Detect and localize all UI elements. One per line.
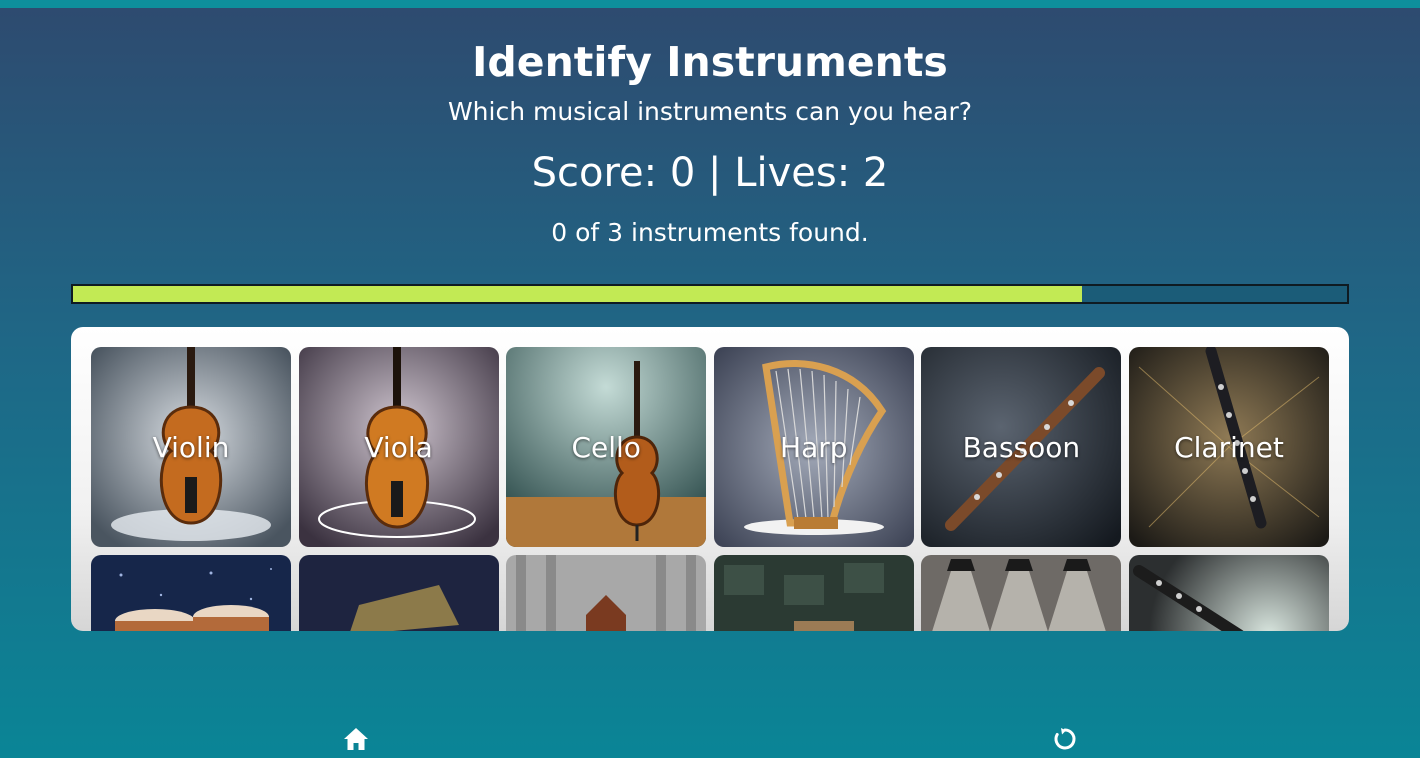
instrument-tile-bongos[interactable]: [91, 555, 291, 631]
flute-image: [1128, 555, 1329, 631]
instrument-tile-bassoon[interactable]: Bassoon: [921, 347, 1122, 547]
instrument-tile-clarinet[interactable]: Clarinet: [1128, 347, 1329, 547]
harp-image: [713, 347, 914, 547]
restart-icon: [1054, 728, 1076, 750]
page-title: Identify Instruments: [472, 38, 948, 86]
score-lives-readout: Score: 0 | Lives: 2: [531, 150, 889, 196]
instrument-tile-violin[interactable]: Violin: [91, 347, 291, 547]
xylophone-image: [713, 555, 914, 631]
time-progress-fill: [73, 286, 1082, 302]
instrument-tile-xylophone[interactable]: [713, 555, 914, 631]
time-progress-bar: [71, 284, 1349, 304]
viola-image: [298, 347, 499, 547]
bongos-image: [91, 555, 291, 631]
top-stripe: [0, 0, 1420, 8]
instrument-tile-harp[interactable]: Harp: [713, 347, 914, 547]
bassoon-image: [921, 347, 1122, 547]
instrument-tile-stage[interactable]: [921, 555, 1122, 631]
instrument-tile-cello[interactable]: Cello: [506, 347, 707, 547]
found-count: 0 of 3 instruments found.: [551, 218, 869, 247]
instrument-tile-flute[interactable]: [1128, 555, 1329, 631]
cello-image: [506, 347, 707, 547]
piano-image: [298, 555, 499, 631]
instrument-panel: Violin Viola Cello Harp Bassoon Clarinet: [71, 327, 1349, 631]
organ-image: [506, 555, 707, 631]
instrument-tile-organ[interactable]: [506, 555, 707, 631]
page-subtitle: Which musical instruments can you hear?: [447, 97, 973, 126]
home-button[interactable]: [339, 722, 373, 756]
stage-lights-image: [921, 555, 1122, 631]
clarinet-image: [1128, 347, 1329, 547]
home-icon: [344, 728, 368, 750]
instrument-tile-viola[interactable]: Viola: [298, 347, 499, 547]
instrument-tile-piano[interactable]: [298, 555, 499, 631]
violin-image: [91, 347, 291, 547]
restart-button[interactable]: [1048, 722, 1082, 756]
instrument-grid: Violin Viola Cello Harp Bassoon Clarinet: [91, 347, 1329, 631]
